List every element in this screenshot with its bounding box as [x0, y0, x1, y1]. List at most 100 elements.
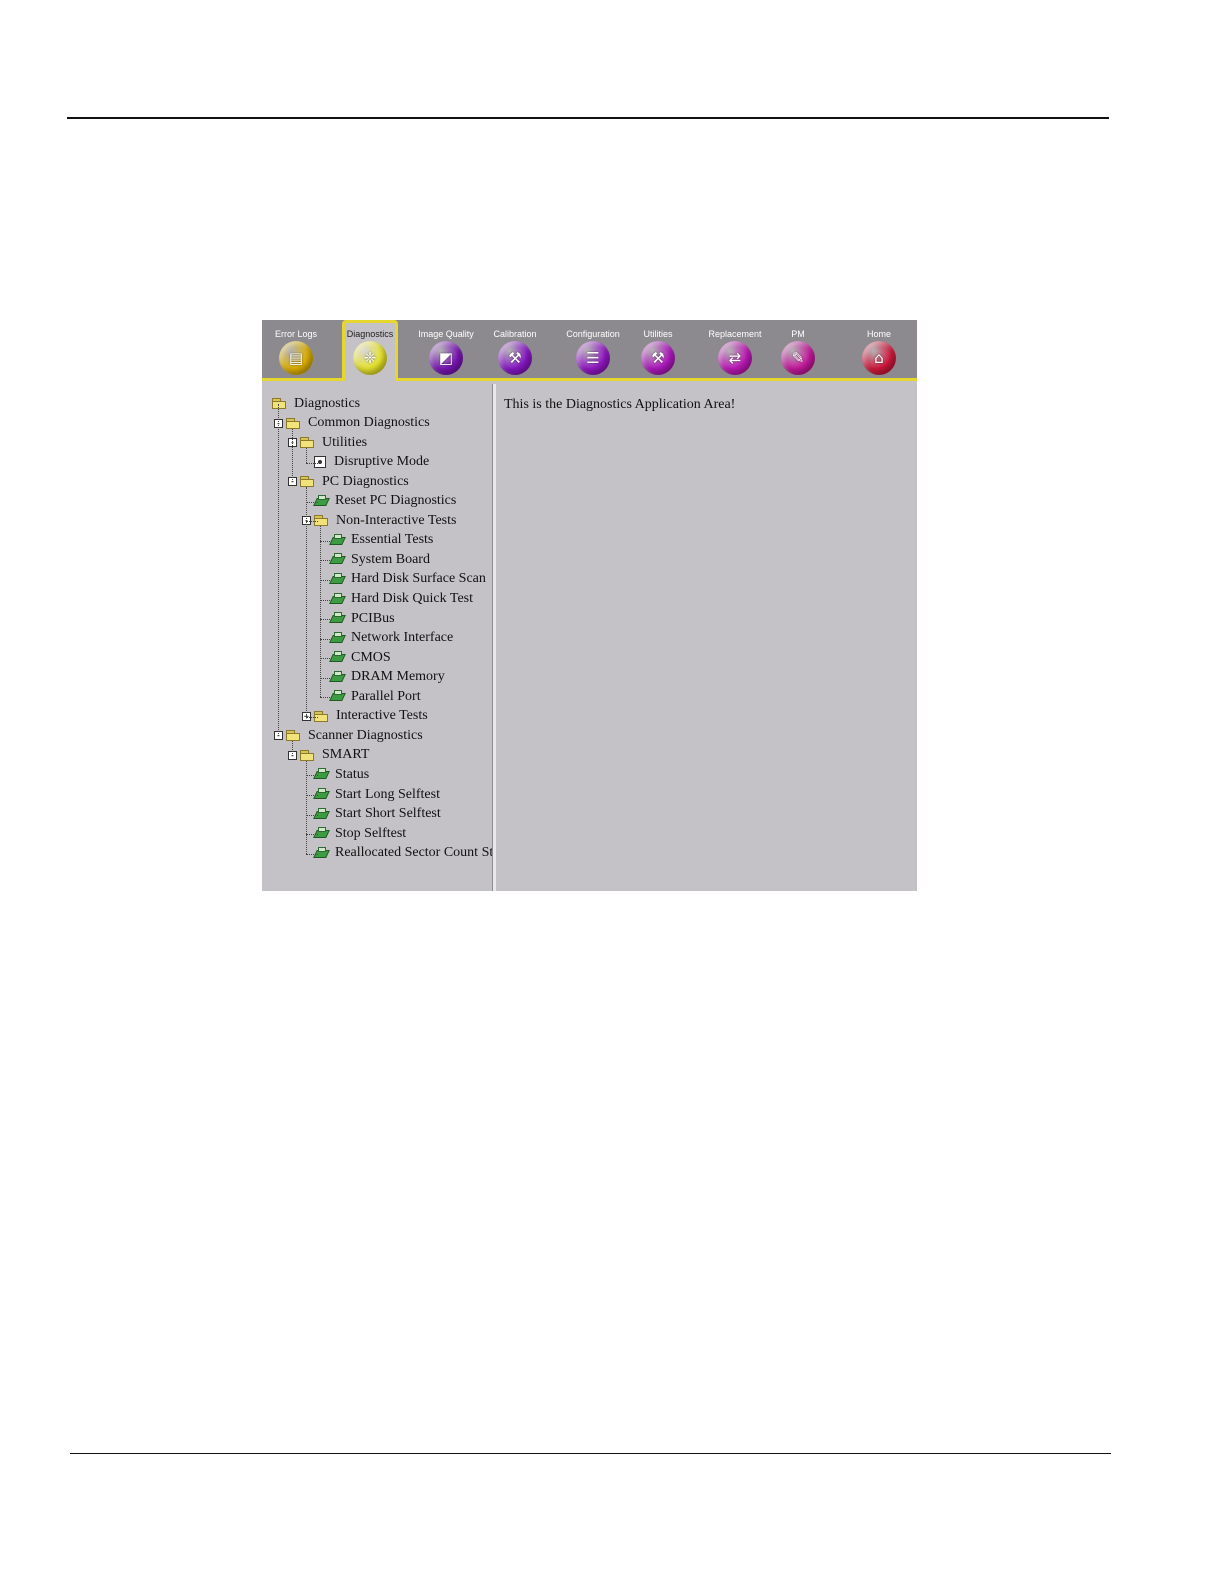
tree-item-label: Network Interface — [351, 630, 454, 646]
tab-label: Replacement — [708, 329, 762, 339]
tree-folder[interactable]: Diagnostics — [272, 394, 360, 413]
tree-item-label: Interactive Tests — [336, 708, 428, 724]
application-area: This is the Diagnostics Application Area… — [496, 384, 917, 891]
tree-item-label: Stop Selftest — [335, 825, 407, 841]
folder-icon — [300, 437, 315, 449]
tab-error-logs[interactable]: Error Logs ▤ — [266, 320, 326, 378]
utilities-icon: ⚒ — [641, 341, 675, 375]
tree-item[interactable]: System Board — [318, 550, 430, 569]
footer-rule — [70, 1453, 1111, 1454]
tab-label: Home — [866, 329, 891, 339]
tree-item-label: Hard Disk Surface Scan — [351, 571, 486, 587]
test-icon — [329, 572, 346, 586]
tree-connector — [320, 540, 332, 542]
tree-connector — [320, 579, 332, 581]
tab-label: Image Quality — [418, 329, 474, 339]
main-toolbar: Error Logs ▤ Diagnostics ❈ Image Quality ◩ Cal… — [262, 320, 917, 381]
tree-item-label: Utilities — [322, 434, 368, 450]
tab-pm[interactable]: PM ✎ — [774, 320, 822, 378]
tab-label: PM — [791, 329, 805, 339]
tab-label: Configuration — [566, 329, 620, 339]
tree-connector — [306, 521, 318, 523]
tree-item-label: Reallocated Sector Count St — [335, 845, 492, 861]
tree-item[interactable]: Hard Disk Surface Scan — [318, 570, 486, 589]
test-icon — [329, 553, 346, 566]
folder-icon — [300, 749, 315, 761]
tree-connector — [306, 814, 318, 816]
tree-item-label: PCIBus — [351, 610, 395, 626]
tree-item[interactable]: Reset PC Diagnostics — [302, 492, 456, 511]
tree-item[interactable]: Start Long Selftest — [302, 785, 440, 804]
tree-connector — [306, 501, 318, 503]
tree-item-label: PC Diagnostics — [322, 473, 409, 489]
tree-folder[interactable]: - Utilities — [288, 433, 367, 452]
tree-item-label: Essential Tests — [351, 532, 434, 548]
tab-label: Diagnostics — [346, 329, 394, 339]
test-icon — [329, 651, 346, 664]
tree-item[interactable]: DRAM Memory — [318, 668, 445, 687]
calibration-icon: ⚒ — [498, 341, 532, 375]
tree-item-label: Start Short Selftest — [335, 806, 441, 822]
tab-label: Calibration — [493, 329, 537, 339]
folder-icon — [286, 417, 301, 429]
test-icon — [329, 533, 346, 547]
tree-folder[interactable]: - Scanner Diagnostics — [274, 726, 423, 745]
application-area-message: This is the Diagnostics Application Area… — [504, 397, 736, 412]
tree-connector — [320, 599, 332, 601]
tree-connector — [292, 741, 293, 756]
tree-connector — [320, 658, 332, 660]
tree-item[interactable]: Start Short Selftest — [302, 805, 441, 824]
tree-item-label: Hard Disk Quick Test — [351, 591, 474, 606]
image-quality-icon: ◩ — [429, 341, 463, 375]
tree-item[interactable]: Hard Disk Quick Test — [318, 590, 473, 609]
tree-folder[interactable]: - Non-Interactive Tests — [302, 511, 456, 530]
tab-configuration[interactable]: Configuration ☰ — [558, 320, 628, 378]
tree-folder[interactable]: - Common Diagnostics — [274, 414, 430, 433]
tree-item[interactable]: Reallocated Sector Count St — [302, 844, 492, 863]
test-icon — [329, 670, 346, 684]
tree-connector — [306, 775, 318, 777]
tree-item-label: Parallel Port — [351, 688, 421, 704]
tab-replacement[interactable]: Replacement ⇄ — [702, 320, 768, 378]
replacement-icon: ⇄ — [718, 341, 752, 375]
header-rule — [67, 117, 1109, 119]
tree-connector — [320, 697, 332, 699]
tab-diagnostics[interactable]: Diagnostics ❈ — [342, 320, 398, 381]
tree-connector — [306, 462, 318, 464]
folder-icon — [300, 476, 315, 488]
tree-item-label: Scanner Diagnostics — [308, 727, 423, 743]
pm-icon: ✎ — [781, 341, 815, 375]
tree-connector — [306, 716, 318, 718]
tab-image-quality[interactable]: Image Quality ◩ — [414, 320, 478, 378]
tree-item[interactable]: Parallel Port — [318, 687, 421, 706]
tree-connector — [320, 638, 332, 640]
tree-item-label: CMOS — [351, 649, 391, 665]
tab-utilities[interactable]: Utilities ⚒ — [632, 320, 684, 378]
tree-item-label: System Board — [351, 551, 430, 567]
tree-connector — [320, 677, 332, 679]
tree-item-label: DRAM Memory — [351, 669, 445, 685]
tree-connector — [306, 834, 318, 836]
tree-item-label: Disruptive Mode — [334, 454, 430, 470]
tree-item-label: SMART — [322, 747, 370, 763]
tree-folder[interactable]: - SMART — [288, 746, 369, 765]
tab-label: Error Logs — [274, 329, 318, 339]
tree-item[interactable]: Network Interface — [318, 629, 453, 648]
tree-item-label: Non-Interactive Tests — [336, 512, 457, 528]
test-icon — [329, 612, 346, 625]
tree-connector — [320, 619, 332, 621]
tree-connector — [306, 795, 318, 796]
test-icon — [329, 592, 346, 606]
configuration-icon: ☰ — [576, 341, 610, 375]
tree-folder[interactable]: + Interactive Tests — [302, 707, 428, 726]
tree-item[interactable]: Disruptive Mode — [302, 453, 429, 472]
test-icon — [329, 631, 346, 645]
tab-calibration[interactable]: Calibration ⚒ — [488, 320, 542, 378]
tree-item[interactable]: Essential Tests — [318, 531, 433, 550]
tree-connector — [320, 526, 321, 698]
tree-connector — [306, 853, 318, 855]
diagnostics-tree[interactable]: Diagnostics - Common Diagnostics - Utilities… — [262, 384, 492, 891]
folder-icon — [272, 398, 287, 409]
tab-home[interactable]: Home ⌂ — [846, 320, 912, 378]
diagnostics-icon: ❈ — [353, 341, 387, 375]
